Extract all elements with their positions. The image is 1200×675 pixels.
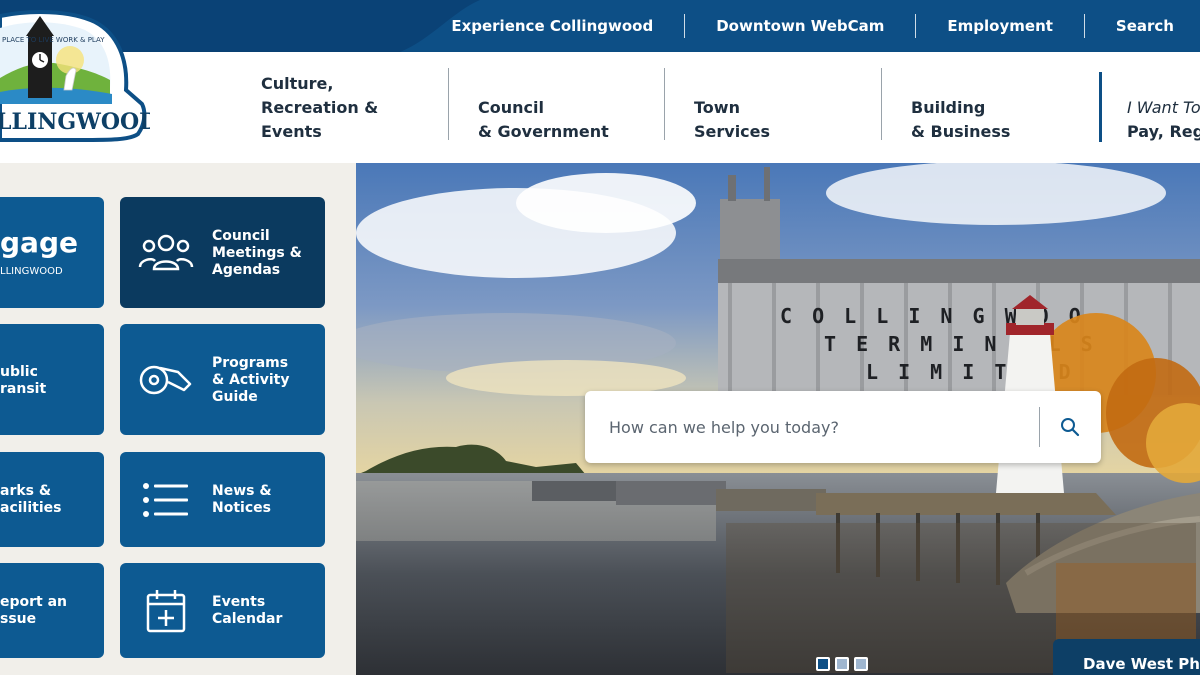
tile-programs-guide[interactable]: Programs & Activity Guide bbox=[120, 324, 325, 435]
tile-council-line2: Meetings & bbox=[212, 245, 302, 261]
utility-link-experience[interactable]: Experience Collingwood bbox=[420, 17, 684, 35]
slider-dot-2[interactable] bbox=[835, 657, 849, 671]
tile-news-line1: News & bbox=[212, 483, 272, 499]
tile-programs-line2: & Activity bbox=[212, 372, 290, 388]
nav-culture-recreation-events[interactable]: Culture, Recreation & Events bbox=[261, 72, 378, 144]
tile-transit-line1: ublic bbox=[0, 364, 38, 380]
nav-divider-accent bbox=[1099, 72, 1102, 142]
nav-town-services[interactable]: Town Services bbox=[694, 96, 770, 144]
utility-link-search[interactable]: Search bbox=[1085, 17, 1200, 35]
nav-i-want-to[interactable]: I Want To Pay, Regi bbox=[1127, 96, 1200, 144]
search-separator bbox=[1039, 407, 1040, 447]
utility-nav: Experience Collingwood Downtown WebCam E… bbox=[420, 0, 1200, 52]
nav-label: & Business bbox=[911, 122, 1011, 141]
tile-council-meetings[interactable]: Council Meetings & Agendas bbox=[120, 197, 325, 308]
photo-credit: Dave West Pho bbox=[1053, 639, 1200, 675]
whistle-icon bbox=[139, 365, 192, 395]
tile-programs-line3: Guide bbox=[212, 389, 258, 405]
utility-separator bbox=[684, 14, 686, 38]
slider-dot-1[interactable] bbox=[816, 657, 830, 671]
nav-label: Culture, bbox=[261, 74, 334, 93]
nav-label: Building bbox=[911, 98, 986, 117]
search-input[interactable] bbox=[597, 405, 1027, 449]
tile-report-issue[interactable]: eport an ssue bbox=[0, 563, 104, 658]
tile-parks-line1: arks & bbox=[0, 483, 52, 499]
main-nav: Culture, Recreation & Events Council & G… bbox=[0, 52, 1200, 163]
tile-report-line2: ssue bbox=[0, 611, 37, 627]
nav-label: Recreation & bbox=[261, 98, 379, 117]
nav-divider bbox=[881, 68, 882, 140]
nav-divider bbox=[448, 68, 449, 140]
list-icon bbox=[143, 483, 188, 517]
tile-engage-subtitle: LLINGWOOD bbox=[0, 266, 63, 277]
tile-news-line2: Notices bbox=[212, 500, 271, 516]
nav-label: I Want To bbox=[1127, 98, 1200, 117]
nav-label: Events bbox=[261, 122, 322, 141]
nav-building-business[interactable]: Building & Business bbox=[911, 96, 1010, 144]
collingwood-logo[interactable]: PLACE TO LIVE WORK & PLAY LLINGWOOD bbox=[0, 8, 150, 143]
tile-news-notices[interactable]: News & Notices bbox=[120, 452, 325, 547]
people-icon bbox=[138, 234, 194, 271]
nav-label: Town bbox=[694, 98, 740, 117]
nav-council-government[interactable]: Council & Government bbox=[478, 96, 609, 144]
utility-bar: Experience Collingwood Downtown WebCam E… bbox=[0, 0, 1200, 52]
tile-programs-line1: Programs bbox=[212, 355, 289, 371]
site-search bbox=[585, 391, 1101, 463]
tile-parks-facilities[interactable]: arks & acilities bbox=[0, 452, 104, 547]
tile-report-line1: eport an bbox=[0, 594, 68, 610]
tile-public-transit[interactable]: ublic ransit bbox=[0, 324, 104, 435]
quick-links-panel: gage LLINGWOOD Council Meetings & Agenda… bbox=[0, 163, 356, 675]
search-button[interactable] bbox=[1047, 405, 1093, 449]
nav-divider bbox=[664, 68, 665, 140]
tile-council-line3: Agendas bbox=[212, 262, 281, 278]
slider-dot-3[interactable] bbox=[854, 657, 868, 671]
utility-link-employment[interactable]: Employment bbox=[916, 17, 1084, 35]
tile-transit-line2: ransit bbox=[0, 381, 47, 397]
tile-parks-line2: acilities bbox=[0, 500, 62, 516]
logo-wordmark: LLINGWOOD bbox=[0, 109, 150, 135]
tile-engage[interactable]: gage LLINGWOOD bbox=[0, 197, 104, 308]
nav-label: & Government bbox=[478, 122, 609, 141]
utility-link-webcam[interactable]: Downtown WebCam bbox=[685, 17, 915, 35]
nav-label: Services bbox=[694, 122, 771, 141]
tile-engage-title: gage bbox=[0, 226, 78, 259]
utility-separator bbox=[915, 14, 917, 38]
search-icon bbox=[1061, 418, 1080, 437]
tile-events-line2: Calendar bbox=[212, 611, 283, 627]
utility-separator bbox=[1083, 14, 1085, 38]
tile-council-line1: Council bbox=[212, 228, 270, 244]
tile-events-line1: Events bbox=[212, 594, 266, 610]
nav-label: Council bbox=[478, 98, 544, 117]
logo-tagline: PLACE TO LIVE WORK & PLAY bbox=[2, 36, 105, 44]
calendar-add-icon bbox=[146, 590, 186, 633]
tile-events-calendar[interactable]: Events Calendar bbox=[120, 563, 325, 658]
nav-label: Pay, Regi bbox=[1127, 122, 1200, 141]
slider-dots bbox=[816, 657, 868, 671]
